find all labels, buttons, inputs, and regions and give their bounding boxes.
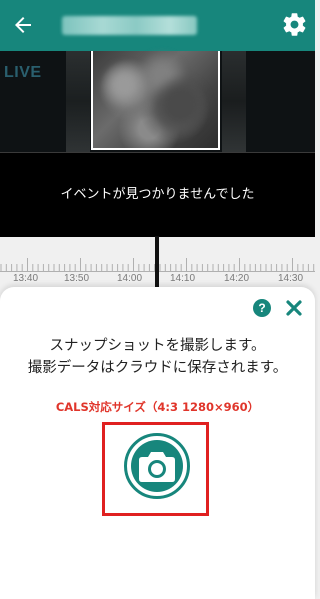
timeline-tick-label: 14:20	[224, 273, 250, 284]
camera-name-blurred	[62, 16, 197, 35]
timeline-tick-label: 14:00	[117, 273, 143, 284]
camera-icon[interactable]	[138, 449, 176, 483]
snapshot-message-line2: 撮影データはクラウドに保存されます。	[27, 360, 288, 376]
timeline-tick-label: 14:10	[170, 273, 196, 284]
app-header	[0, 0, 315, 51]
timeline-tick-label: 14:30	[278, 273, 304, 284]
no-events-message: イベントが見つかりませんでした	[60, 187, 255, 202]
timeline-tick-label: 13:40	[13, 273, 39, 284]
timeline-tick-label: 13:50	[64, 273, 90, 284]
close-icon[interactable]	[284, 298, 304, 318]
back-arrow-icon[interactable]	[11, 13, 35, 37]
camera-preview-content	[93, 51, 218, 148]
camera-thumbnail-prev[interactable]	[66, 51, 90, 152]
live-label: LIVE	[4, 64, 42, 81]
help-icon[interactable]: ?	[253, 299, 271, 317]
camera-thumbnail-next[interactable]	[222, 51, 246, 152]
snapshot-message-line1: スナップショットを撮影します。	[49, 338, 266, 354]
gear-icon[interactable]	[281, 11, 308, 38]
timeline-playhead[interactable]	[155, 236, 159, 287]
cals-size-note: CALS対応サイズ（4:3 1280×960）	[55, 400, 260, 414]
